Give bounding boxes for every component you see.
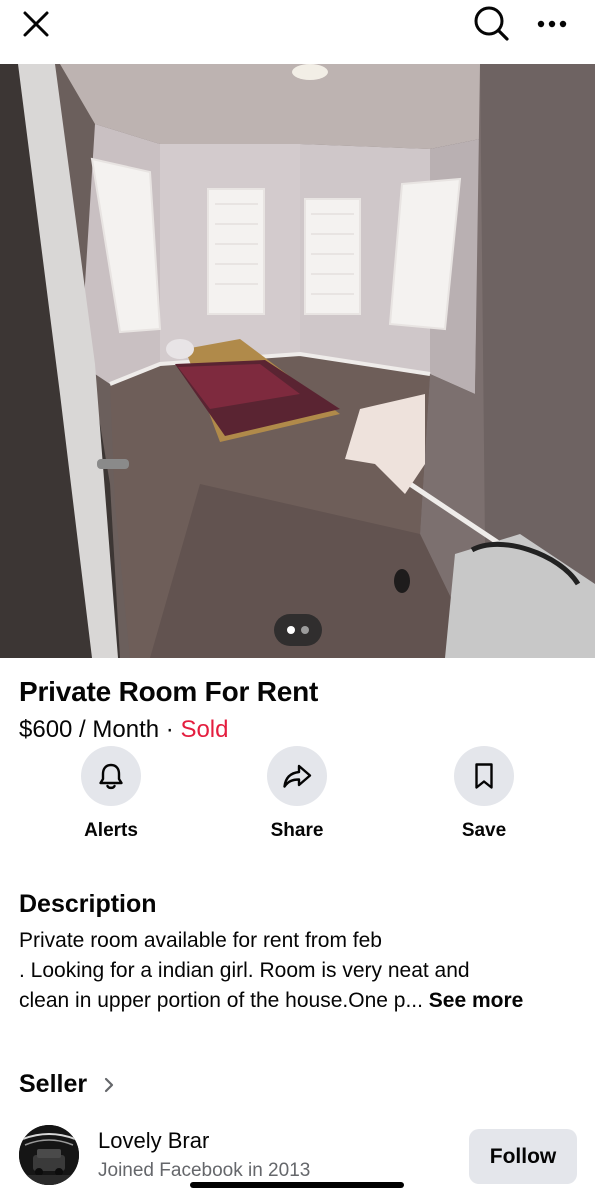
search-button[interactable] [468,2,514,44]
bookmark-icon [475,763,493,789]
see-more-link[interactable]: See more [429,989,524,1012]
top-bar [0,0,595,64]
close-icon [23,11,49,37]
description-line: Private room available for rent from feb [19,929,382,952]
share-icon-circle [267,746,327,806]
home-indicator [190,1182,404,1188]
save-label: Save [461,820,507,841]
alerts-button[interactable]: Alerts [51,746,171,842]
share-button[interactable]: Share [237,746,357,842]
seller-avatar[interactable] [19,1125,79,1185]
seller-joined-date: Joined Facebook in 2013 [98,1160,311,1181]
save-icon-circle [454,746,514,806]
description-line-last: clean in upper portion of the house.One … [19,986,523,1016]
price-separator: · [159,716,181,743]
search-icon [474,6,509,41]
more-options-button[interactable] [530,4,574,44]
seller-section-link[interactable]: Seller [19,1070,115,1099]
listing-title: Private Room For Rent [19,676,319,707]
more-horizontal-icon [537,20,567,28]
pager-dot-active [287,626,295,634]
save-button[interactable]: Save [424,746,544,842]
seller-avatar-image [19,1125,79,1185]
share-arrow-icon [283,764,312,788]
follow-button[interactable]: Follow [469,1129,577,1184]
listing-photo[interactable] [0,64,595,658]
description-heading: Description [19,890,157,918]
listing-price: $600 / Month [19,716,160,743]
description-line: . Looking for a indian girl. Room is ver… [19,959,470,982]
seller-heading: Seller [19,1070,88,1098]
price-line: $600 / Month · Sold [19,716,228,744]
pager-dot [301,626,309,634]
bell-icon [99,763,123,790]
seller-name[interactable]: Lovely Brar [98,1128,209,1154]
alerts-icon-circle [81,746,141,806]
chevron-right-icon [105,1077,114,1092]
close-button[interactable] [14,4,58,44]
description-text: clean in upper portion of the house.One … [19,989,429,1012]
share-label: Share [270,820,324,841]
alerts-label: Alerts [84,820,138,841]
photo-pager [274,614,322,646]
room-photo-image [0,64,595,658]
listing-status: Sold [180,716,229,743]
